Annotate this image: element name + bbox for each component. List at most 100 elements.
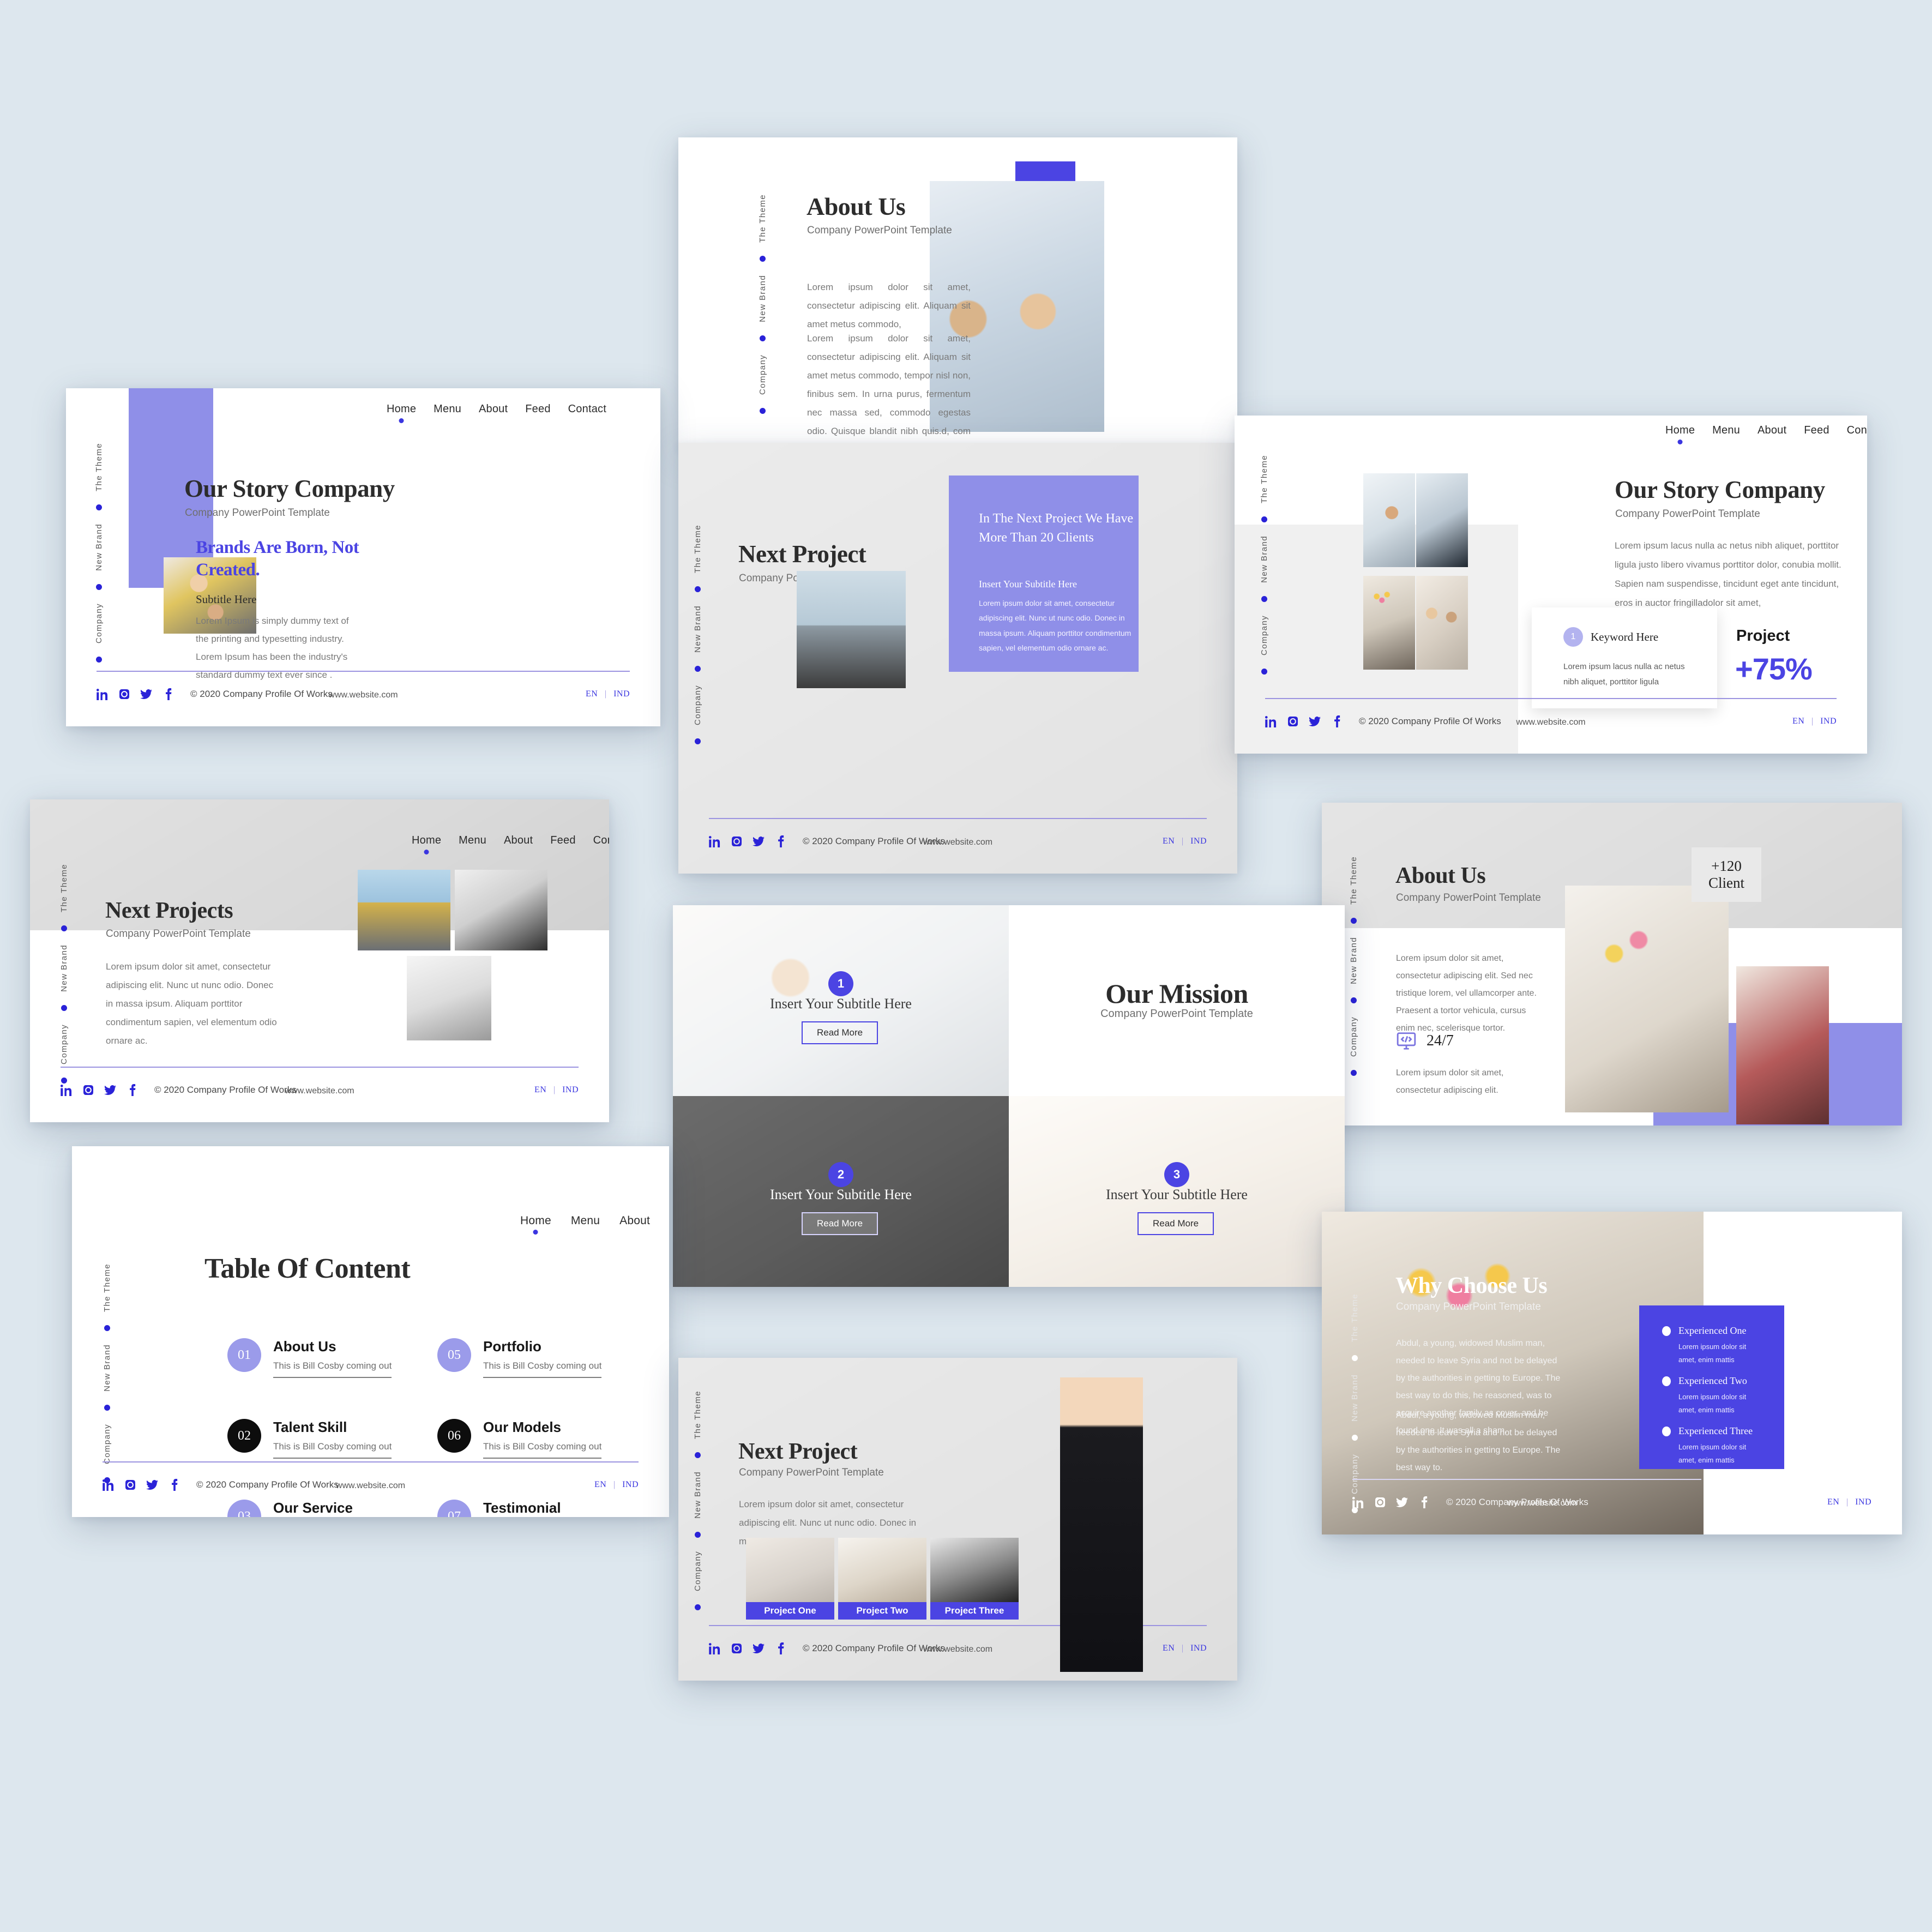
mission-readmore-3[interactable]: Read More [1137, 1212, 1214, 1235]
topnav[interactable]: Home Menu About Feed Contact [412, 834, 609, 847]
instagram-icon[interactable] [731, 1642, 743, 1654]
slide-about-us-top[interactable]: The Theme New Brand Company About Us Com… [678, 137, 1237, 449]
mission-card-1[interactable]: 1 Insert Your Subtitle Here Read More [673, 905, 1009, 1096]
footer-language-switch[interactable]: EN | IND [1827, 1497, 1871, 1507]
nav-item-feed[interactable]: Feed [1804, 424, 1829, 437]
facebook-icon[interactable] [1418, 1496, 1430, 1508]
facebook-icon[interactable] [774, 835, 786, 847]
footer-website[interactable]: www.website.com [923, 1645, 992, 1654]
nav-item-contact[interactable]: Contact [568, 403, 606, 416]
nav-item-contact[interactable]: Contact [593, 834, 609, 847]
lang-en[interactable]: EN [1792, 717, 1804, 726]
project-card-3[interactable]: Project Three [930, 1538, 1019, 1620]
lang-ind[interactable]: IND [1190, 836, 1207, 846]
twitter-icon[interactable] [1396, 1496, 1408, 1508]
slide-our-story-right[interactable]: The Theme New Brand Company Home Menu Ab… [1235, 416, 1867, 754]
nav-item-contact[interactable]: Contact [1847, 424, 1867, 437]
lang-ind[interactable]: IND [1855, 1497, 1871, 1507]
footer-website[interactable]: www.website.com [285, 1086, 354, 1096]
linkedin-icon[interactable] [97, 688, 109, 700]
nav-item-about[interactable]: About [619, 1214, 650, 1227]
twitter-icon[interactable] [753, 1642, 765, 1654]
facebook-icon[interactable] [168, 1479, 180, 1491]
lang-en[interactable]: EN [1163, 836, 1175, 846]
twitter-icon[interactable] [753, 835, 765, 847]
linkedin-icon[interactable] [61, 1084, 73, 1096]
footer-social[interactable]: © 2020 Company Profile Of Works [1265, 715, 1501, 727]
slide-about-us-right[interactable]: The Theme New Brand Company About Us Com… [1322, 803, 1902, 1126]
nav-item-home[interactable]: Home [520, 1214, 551, 1227]
slide-table-of-content[interactable]: The Theme New Brand Company Home Menu Ab… [72, 1146, 669, 1517]
linkedin-icon[interactable] [1352, 1496, 1364, 1508]
lang-en[interactable]: EN [1827, 1497, 1839, 1507]
mission-readmore-2[interactable]: Read More [802, 1212, 878, 1235]
nav-item-about[interactable]: About [1758, 424, 1786, 437]
footer-language-switch[interactable]: EN | IND [1792, 717, 1837, 726]
slide-our-story-left[interactable]: The Theme New Brand Company Home Menu Ab… [66, 388, 660, 726]
project-card-1[interactable]: Project One [746, 1538, 834, 1620]
topnav[interactable]: Home Menu About Feed Contact [520, 1214, 669, 1227]
twitter-icon[interactable] [140, 688, 152, 700]
linkedin-icon[interactable] [1265, 715, 1277, 727]
lang-ind[interactable]: IND [1190, 1644, 1207, 1653]
footer-website[interactable]: www.website.com [923, 838, 992, 847]
nav-item-menu[interactable]: Menu [434, 403, 461, 416]
nav-item-menu[interactable]: Menu [571, 1214, 600, 1227]
facebook-icon[interactable] [162, 688, 174, 700]
lang-ind[interactable]: IND [562, 1085, 579, 1094]
slide-next-projects-left[interactable]: The Theme New Brand Company Home Menu Ab… [30, 799, 609, 1122]
linkedin-icon[interactable] [103, 1479, 115, 1491]
footer-website[interactable]: www.website.com [1508, 1498, 1577, 1508]
footer-language-switch[interactable]: EN | IND [534, 1085, 579, 1095]
lang-ind[interactable]: IND [613, 689, 630, 699]
lang-en[interactable]: EN [586, 689, 598, 699]
footer-website[interactable]: www.website.com [328, 690, 398, 700]
nav-item-about[interactable]: About [504, 834, 533, 847]
linkedin-icon[interactable] [709, 835, 721, 847]
instagram-icon[interactable] [82, 1084, 94, 1096]
slide-our-mission[interactable]: 1 Insert Your Subtitle Here Read More Ou… [673, 905, 1345, 1287]
lang-ind[interactable]: IND [622, 1480, 639, 1489]
slide-next-project-bottom[interactable]: The Theme New Brand Company Next Project… [678, 1358, 1237, 1681]
mission-card-2[interactable]: 2 Insert Your Subtitle Here Read More [673, 1096, 1009, 1287]
mission-readmore-1[interactable]: Read More [802, 1021, 878, 1044]
topnav[interactable]: Home Menu About Feed Contact [387, 403, 606, 416]
toc-item-5[interactable]: 05 Portfolio This is Bill Cosby coming o… [437, 1338, 602, 1378]
lang-en[interactable]: EN [534, 1085, 546, 1094]
nav-item-home[interactable]: Home [387, 403, 416, 416]
instagram-icon[interactable] [1287, 715, 1299, 727]
instagram-icon[interactable] [118, 688, 130, 700]
footer-social[interactable]: © 2020 Company Profile Of Works [97, 688, 333, 700]
nav-item-home[interactable]: Home [412, 834, 441, 847]
facebook-icon[interactable] [1331, 715, 1343, 727]
toc-item-1[interactable]: 01 About Us This is Bill Cosby coming ou… [227, 1338, 392, 1378]
footer-language-switch[interactable]: EN | IND [1163, 1644, 1207, 1653]
footer-language-switch[interactable]: EN | IND [594, 1480, 639, 1490]
nav-item-feed[interactable]: Feed [550, 834, 575, 847]
facebook-icon[interactable] [774, 1642, 786, 1654]
topnav[interactable]: Home Menu About Feed Contact [1665, 424, 1867, 437]
footer-social[interactable]: © 2020 Company Profile Of Works [61, 1084, 297, 1096]
footer-language-switch[interactable]: EN | IND [1163, 836, 1207, 846]
instagram-icon[interactable] [1374, 1496, 1386, 1508]
instagram-icon[interactable] [731, 835, 743, 847]
instagram-icon[interactable] [124, 1479, 136, 1491]
nav-item-home[interactable]: Home [1665, 424, 1695, 437]
twitter-icon[interactable] [146, 1479, 158, 1491]
facebook-icon[interactable] [126, 1084, 138, 1096]
footer-website[interactable]: www.website.com [1516, 718, 1585, 727]
mission-card-3[interactable]: 3 Insert Your Subtitle Here Read More [1009, 1096, 1345, 1287]
lang-ind[interactable]: IND [1820, 717, 1837, 726]
twitter-icon[interactable] [1309, 715, 1321, 727]
nav-item-feed[interactable]: Feed [525, 403, 550, 416]
lang-en[interactable]: EN [1163, 1644, 1175, 1653]
footer-website[interactable]: www.website.com [336, 1481, 405, 1491]
slide-next-project-center[interactable]: The Theme New Brand Company Next Project… [678, 443, 1237, 874]
project-card-2[interactable]: Project Two [838, 1538, 926, 1620]
twitter-icon[interactable] [104, 1084, 116, 1096]
nav-item-menu[interactable]: Menu [459, 834, 486, 847]
footer-social[interactable]: © 2020 Company Profile Of Works [709, 835, 945, 847]
slide-why-choose-us[interactable]: The Theme New Brand Company Why Choose U… [1322, 1212, 1902, 1534]
linkedin-icon[interactable] [709, 1642, 721, 1654]
nav-item-about[interactable]: About [479, 403, 508, 416]
